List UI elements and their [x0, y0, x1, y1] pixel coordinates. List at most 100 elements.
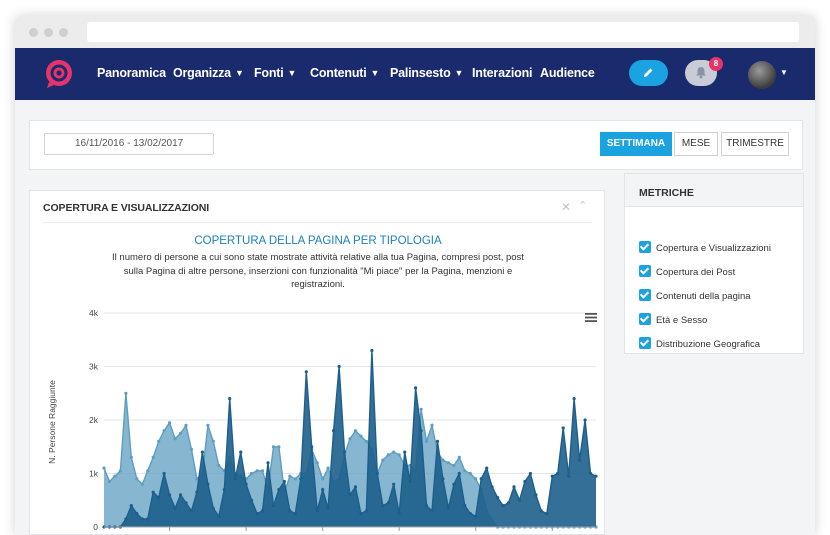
series-2-point	[386, 501, 390, 505]
chevron-down-icon: ▼	[454, 68, 464, 78]
series-2-point	[326, 506, 330, 510]
series-1-point	[211, 439, 215, 443]
series-1-point	[321, 477, 325, 481]
series-2-point	[545, 512, 549, 516]
address-bar[interactable]	[87, 22, 799, 42]
series-1-point	[288, 474, 292, 478]
series-2-point	[293, 512, 297, 516]
nav-item-fonti[interactable]: Fonti ▼	[254, 66, 296, 80]
series-2-point	[233, 477, 237, 481]
series-2-point	[337, 364, 341, 369]
nav-item-palinsesto[interactable]: Palinsesto ▼	[390, 66, 463, 80]
series-2-point	[534, 493, 538, 497]
window-zoom-dot[interactable]	[59, 28, 68, 37]
series-1-point	[113, 474, 117, 478]
period-button-quarter[interactable]: TRIMESTRE	[721, 132, 789, 156]
series-2-point	[173, 506, 177, 510]
series-2-point	[583, 418, 587, 422]
series-2-point	[288, 509, 292, 513]
y-tick-label: 1k	[89, 469, 99, 479]
nav-item-label: Contenuti	[310, 66, 367, 80]
period-button-month[interactable]: MESE	[674, 132, 718, 156]
series-2-point	[348, 493, 352, 497]
metric-checkbox-item[interactable]: Copertura e Visualizzazioni	[639, 241, 771, 254]
series-1-point	[315, 461, 319, 465]
nav-item-interazioni[interactable]: Interazioni	[472, 66, 533, 80]
series-2-point	[485, 466, 489, 470]
metric-label: Copertura e Visualizzazioni	[656, 243, 771, 254]
series-1-point	[452, 463, 456, 468]
reach-area-chart[interactable]: 01k2k3k4k28. Nov12. Dic26. Dic9. Gen23. …	[30, 191, 606, 535]
series-2-point	[332, 429, 336, 433]
series-2-point	[419, 429, 423, 433]
series-1-point	[118, 469, 122, 473]
series-2-point	[435, 439, 440, 443]
chevron-down-icon: ▼	[234, 68, 244, 78]
series-2-point	[146, 517, 150, 521]
series-2-point	[364, 509, 368, 513]
metric-checkbox-item[interactable]: Distribuzione Geografica	[639, 337, 760, 350]
series-1-point	[178, 431, 183, 435]
chevron-down-icon[interactable]: ▼	[780, 68, 788, 77]
series-2-point	[474, 514, 478, 518]
series-2-point	[228, 397, 232, 401]
series-2-point	[315, 509, 319, 513]
period-button-week[interactable]: SETTIMANA	[600, 132, 672, 156]
series-2-point	[189, 509, 194, 513]
series-2-point	[397, 512, 401, 516]
nav-item-organizza[interactable]: Organizza ▼	[173, 66, 244, 80]
series-2-point	[539, 509, 543, 513]
series-1-point	[184, 423, 188, 427]
nav-item-label: Fonti	[254, 66, 284, 80]
checkbox-checked-icon[interactable]	[639, 241, 651, 253]
series-2-point	[403, 450, 407, 454]
series-1-point	[359, 434, 363, 438]
checkbox-checked-icon[interactable]	[639, 289, 651, 301]
notification-count-badge: 8	[709, 57, 723, 71]
series-2-point	[211, 506, 215, 510]
brand-logo-icon[interactable]	[43, 58, 75, 90]
reach-chart-panel: COPERTURA E VISUALIZZAZIONI ✕ ⌃ COPERTUR…	[29, 190, 605, 535]
y-tick-label: 2k	[89, 415, 99, 425]
series-2-point	[512, 485, 516, 489]
series-2-point	[561, 426, 565, 430]
user-avatar[interactable]	[748, 61, 776, 89]
date-range-input[interactable]: 16/11/2016 - 13/02/2017	[44, 133, 214, 155]
series-1-point	[271, 445, 276, 449]
metric-checkbox-item[interactable]: Età e Sesso	[639, 313, 707, 326]
metric-checkbox-item[interactable]: Copertura dei Post	[639, 265, 735, 278]
series-2-point	[200, 450, 204, 454]
series-2-point	[594, 474, 598, 478]
series-2-point	[556, 471, 560, 476]
series-1-point	[424, 439, 429, 443]
window-close-dot[interactable]	[29, 28, 38, 37]
series-1-point	[124, 391, 128, 395]
series-1-point	[250, 471, 254, 476]
series-2-point	[124, 517, 128, 521]
nav-item-contenuti[interactable]: Contenuti ▼	[310, 66, 379, 80]
series-1-point	[102, 466, 106, 470]
series-2-point	[321, 488, 325, 492]
series-1-point	[348, 437, 352, 441]
series-1-point	[468, 471, 472, 476]
metric-label: Copertura dei Post	[656, 267, 736, 278]
nav-item-panoramica[interactable]: Panoramica	[97, 66, 166, 80]
series-1-point	[129, 455, 133, 459]
series-2-point	[501, 504, 505, 508]
series-2-point	[222, 488, 226, 492]
compose-button[interactable]	[629, 60, 668, 86]
series-1-point	[260, 469, 265, 473]
nav-item-label: Audience	[540, 66, 595, 80]
metric-label: Età e Sesso	[656, 315, 708, 326]
checkbox-checked-icon[interactable]	[639, 337, 651, 349]
nav-item-audience[interactable]: Audience	[540, 66, 595, 80]
metric-checkbox-item[interactable]: Contenuti della pagina	[639, 289, 751, 302]
series-2-point	[424, 504, 429, 508]
series-2-point	[353, 485, 358, 489]
y-tick-label: 3k	[89, 362, 99, 372]
checkbox-checked-icon[interactable]	[639, 313, 651, 325]
window-minimize-dot[interactable]	[44, 28, 53, 37]
series-2-point	[239, 450, 243, 454]
hamburger-menu-icon[interactable]	[585, 313, 597, 322]
checkbox-checked-icon[interactable]	[639, 265, 651, 277]
